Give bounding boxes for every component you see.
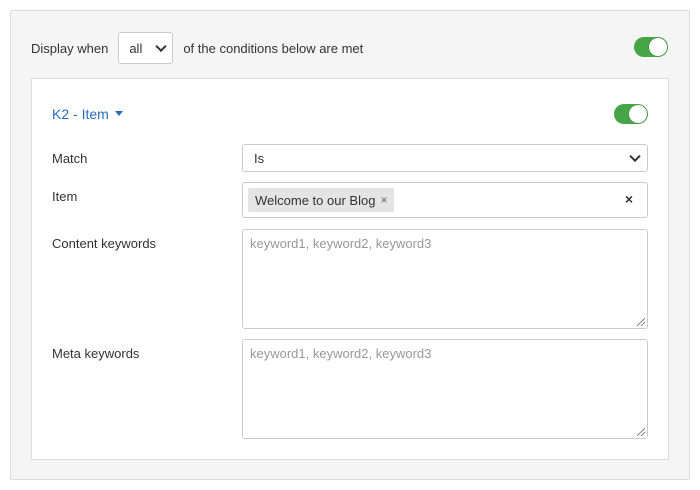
item-label: Item bbox=[52, 189, 78, 204]
display-when-label: Display when bbox=[31, 40, 109, 56]
group-title-dropdown[interactable]: K2 - Item bbox=[52, 106, 123, 122]
tag-remove-icon[interactable]: × bbox=[380, 193, 387, 207]
resize-handle-icon[interactable] bbox=[637, 428, 645, 436]
conditions-panel: Display when all of the conditions below… bbox=[10, 10, 690, 480]
condition-match-row: Display when all of the conditions below… bbox=[31, 32, 363, 64]
clear-selection-icon[interactable]: × bbox=[625, 191, 633, 207]
content-keywords-textarea[interactable]: keyword1, keyword2, keyword3 bbox=[242, 229, 648, 329]
meta-keywords-label: Meta keywords bbox=[52, 346, 140, 361]
match-label: Match bbox=[52, 151, 88, 166]
selected-item-tag: Welcome to our Blog × bbox=[248, 188, 395, 212]
match-all-value: all bbox=[129, 40, 143, 56]
item-multiselect[interactable]: Welcome to our Blog × × bbox=[242, 182, 648, 218]
meta-keywords-placeholder: keyword1, keyword2, keyword3 bbox=[250, 346, 432, 361]
condition-group-k2-item: K2 - Item Match Is Item Welcome to our B… bbox=[31, 78, 669, 460]
conditions-met-label: of the conditions below are met bbox=[183, 40, 364, 56]
meta-keywords-textarea[interactable]: keyword1, keyword2, keyword3 bbox=[242, 339, 648, 439]
content-keywords-label: Content keywords bbox=[52, 236, 157, 251]
conditions-toggle[interactable] bbox=[634, 37, 668, 57]
match-all-select[interactable]: all bbox=[118, 32, 174, 64]
chevron-down-icon bbox=[155, 40, 167, 53]
tag-label: Welcome to our Blog bbox=[255, 192, 376, 208]
toggle-knob bbox=[649, 38, 667, 56]
group-title: K2 - Item bbox=[52, 106, 109, 122]
content-keywords-placeholder: keyword1, keyword2, keyword3 bbox=[250, 236, 432, 251]
resize-handle-icon[interactable] bbox=[637, 318, 645, 326]
group-toggle[interactable] bbox=[614, 104, 648, 124]
match-select-value: Is bbox=[254, 150, 265, 166]
match-select[interactable]: Is bbox=[242, 144, 648, 172]
caret-down-icon bbox=[114, 110, 123, 116]
chevron-down-icon bbox=[629, 150, 641, 163]
toggle-knob bbox=[629, 105, 647, 123]
